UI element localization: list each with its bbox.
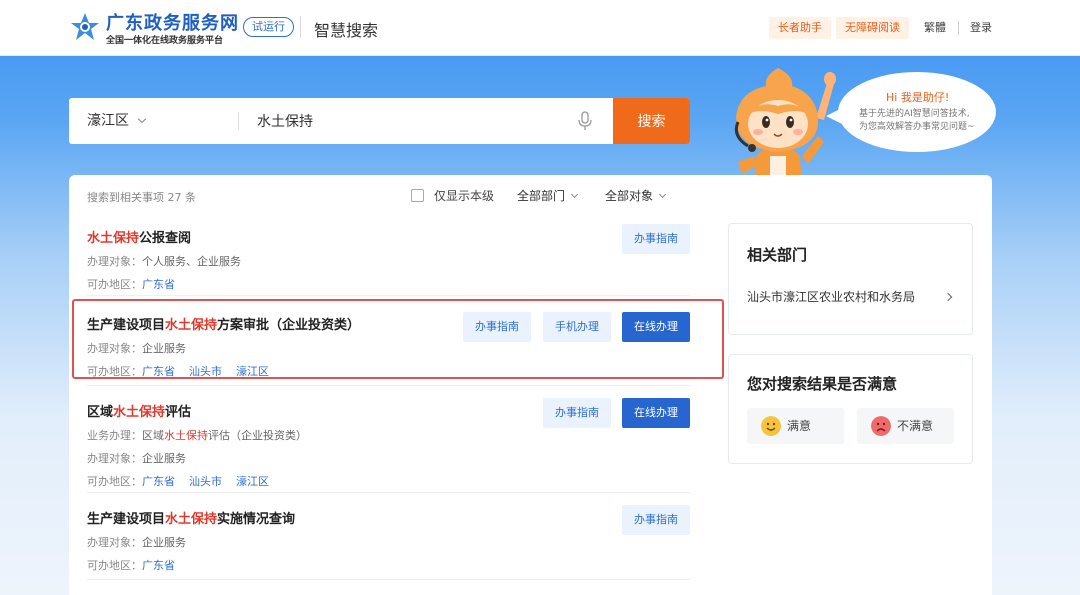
result-item: 水土保持公报查阅 办理对象：个人服务、企业服务 可办地区：广东省 xyxy=(87,227,690,292)
title-text: 区域 xyxy=(87,405,114,420)
target-label: 办理对象： xyxy=(87,255,142,268)
title-highlight: 水土保持 xyxy=(165,512,218,527)
guide-button[interactable]: 办事指南 xyxy=(622,224,690,254)
brand-title[interactable]: 广东政务服务网 xyxy=(106,9,239,35)
sad-face-icon xyxy=(871,416,891,436)
search-button[interactable]: 搜索 xyxy=(613,98,690,144)
result-area: 可办地区：广东省 xyxy=(87,276,690,292)
target-filter[interactable]: 全部对象 xyxy=(605,187,667,204)
area-link[interactable]: 广东省 xyxy=(142,559,175,572)
satisfaction-card: 您对搜索结果是否满意 满意 不满意 xyxy=(728,354,973,464)
search-bar: 濠江区 xyxy=(69,98,690,144)
assistant-intro-line1: 基于先进的AI智慧问答技术, xyxy=(859,109,970,119)
local-only-checkbox[interactable] xyxy=(411,189,424,202)
department-filter-label: 全部部门 xyxy=(517,189,566,203)
title-text: 实施情况查询 xyxy=(217,512,296,527)
area-link[interactable]: 广东省 xyxy=(142,278,175,291)
result-target: 办理对象：个人服务、企业服务 xyxy=(87,253,690,269)
smile-face-icon xyxy=(761,416,781,436)
guide-button[interactable]: 办事指南 xyxy=(543,398,611,428)
target-label: 办理对象： xyxy=(87,536,142,549)
search-divider xyxy=(238,112,239,130)
top-header: 广东政务服务网 全国一体化在线政务服务平台 试运行 智慧搜索 长者助手 无障碍阅… xyxy=(0,0,1080,56)
row-divider xyxy=(87,295,690,296)
area-label: 可办地区： xyxy=(87,475,142,488)
area-label: 可办地区： xyxy=(87,559,142,572)
area-label: 可办地区： xyxy=(87,278,142,291)
target-value: 个人服务、企业服务 xyxy=(142,255,241,268)
business-label: 业务办理： xyxy=(87,429,142,442)
header-divider xyxy=(300,16,301,38)
title-highlight: 水土保持 xyxy=(87,231,140,246)
row-divider xyxy=(87,492,690,493)
department-link[interactable]: 汕头市濠江区农业农村和水务局 xyxy=(747,288,915,305)
assistant-greeting: Hi 我是助仔! xyxy=(886,91,950,104)
business-text: 区域 xyxy=(142,429,164,442)
area-link[interactable]: 濠江区 xyxy=(236,475,269,488)
microphone-icon[interactable] xyxy=(576,111,594,131)
region-select[interactable]: 濠江区 xyxy=(69,98,169,144)
accessible-reading-button[interactable]: 无障碍阅读 xyxy=(836,17,909,39)
local-only-label[interactable]: 仅显示本级 xyxy=(434,187,494,204)
area-link[interactable]: 广东省 xyxy=(142,475,175,488)
chevron-down-icon xyxy=(658,190,667,199)
result-count: 搜索到相关事项 27 条 xyxy=(87,191,196,204)
chevron-right-icon[interactable] xyxy=(943,292,953,302)
unsatisfied-button[interactable]: 不满意 xyxy=(857,408,954,444)
result-title[interactable]: 水土保持公报查阅 xyxy=(87,227,690,246)
related-department-title: 相关部门 xyxy=(747,246,808,264)
target-value: 企业服务 xyxy=(142,452,186,465)
related-department-card: 相关部门 汕头市濠江区农业农村和水务局 xyxy=(728,223,973,335)
result-target: 办理对象：企业服务 xyxy=(87,534,690,550)
header-link-divider xyxy=(958,21,959,35)
business-text: 评估（企业投资类） xyxy=(208,429,307,442)
satisfaction-title: 您对搜索结果是否满意 xyxy=(747,375,898,393)
row-divider xyxy=(87,385,690,386)
elder-assist-button[interactable]: 长者助手 xyxy=(769,17,831,39)
result-business: 业务办理：区域水土保持评估（企业投资类） xyxy=(87,427,690,443)
title-text: 生产建设项目 xyxy=(87,512,166,527)
assistant-intro-line2: 为您高效解答办事常见问题~ xyxy=(859,122,975,132)
title-highlight: 水土保持 xyxy=(113,405,166,420)
result-area: 可办地区：广东省 xyxy=(87,557,690,573)
result-item: 生产建设项目水土保持实施情况查询 办理对象：企业服务 可办地区：广东省 xyxy=(87,508,690,573)
target-filter-label: 全部对象 xyxy=(605,189,654,203)
target-label: 办理对象： xyxy=(87,452,142,465)
annotation-highlight-box xyxy=(72,299,724,379)
region-select-label: 濠江区 xyxy=(87,113,129,129)
search-input[interactable] xyxy=(257,106,627,136)
section-name: 智慧搜索 xyxy=(314,21,379,40)
traditional-chinese-link[interactable]: 繁體 xyxy=(915,17,955,39)
row-divider xyxy=(87,579,690,580)
target-value: 企业服务 xyxy=(142,536,186,549)
title-text: 评估 xyxy=(165,405,192,420)
login-link[interactable]: 登录 xyxy=(961,17,1001,39)
department-filter[interactable]: 全部部门 xyxy=(517,187,579,204)
chevron-down-icon xyxy=(137,114,147,124)
result-title[interactable]: 生产建设项目水土保持实施情况查询 xyxy=(87,508,690,527)
trial-badge: 试运行 xyxy=(243,17,294,37)
brand-subtitle: 全国一体化在线政务服务平台 xyxy=(106,36,224,46)
chevron-down-icon xyxy=(570,190,579,199)
area-link[interactable]: 汕头市 xyxy=(189,475,222,488)
guide-button[interactable]: 办事指南 xyxy=(622,505,690,535)
result-area: 可办地区：广东省 汕头市 濠江区 xyxy=(87,473,690,489)
online-apply-button[interactable]: 在线办理 xyxy=(622,398,690,428)
satisfied-label: 满意 xyxy=(787,419,812,433)
satisfied-button[interactable]: 满意 xyxy=(747,408,844,444)
unsatisfied-label: 不满意 xyxy=(897,419,934,433)
result-target: 办理对象：企业服务 xyxy=(87,450,690,466)
title-text: 公报查阅 xyxy=(139,231,192,246)
logo-icon[interactable] xyxy=(70,12,100,42)
business-highlight: 水土保持 xyxy=(164,429,208,442)
